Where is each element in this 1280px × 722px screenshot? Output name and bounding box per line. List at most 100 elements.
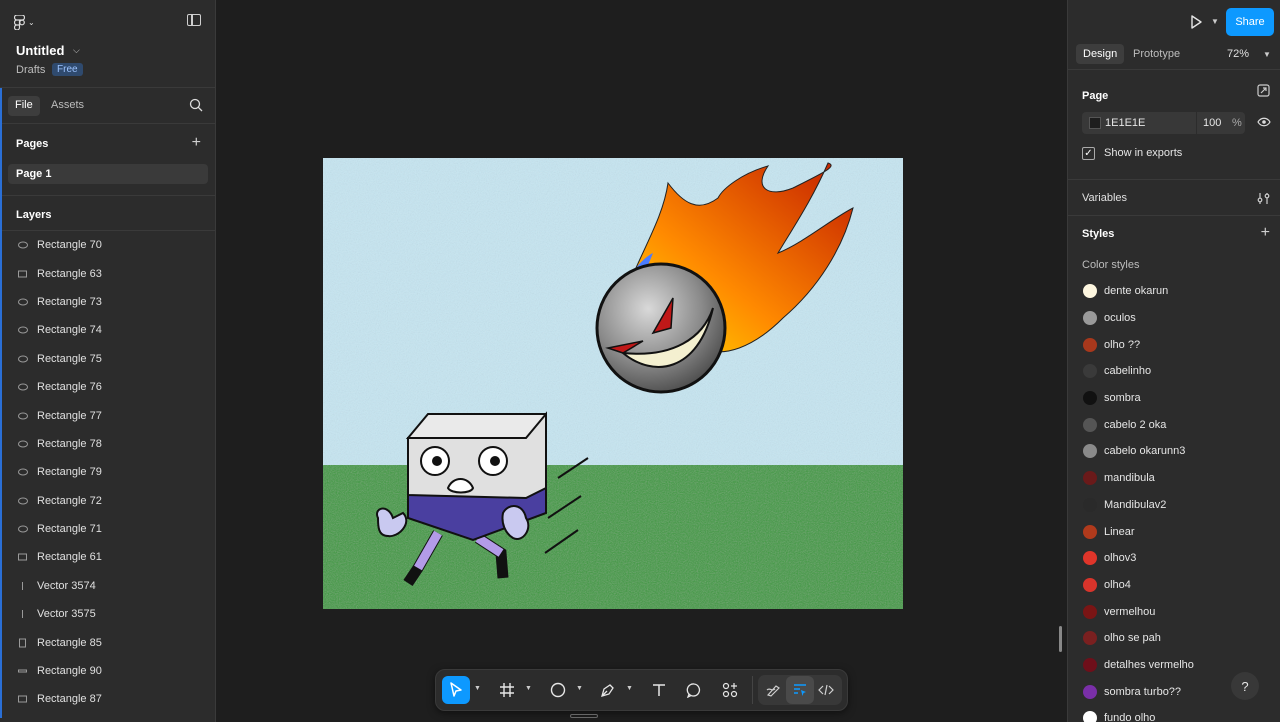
share-button[interactable]: Share (1226, 8, 1274, 36)
color-style-item[interactable]: vermelhou (1068, 598, 1280, 625)
layer-row[interactable]: Rectangle 74 (0, 316, 215, 344)
comment-tool-button[interactable] (680, 676, 708, 704)
page-item[interactable]: Page 1 (8, 164, 208, 184)
color-style-item[interactable]: cabelo 2 oka (1068, 411, 1280, 438)
layer-row[interactable]: Rectangle 61 (0, 543, 215, 571)
rect-layer-icon (18, 695, 27, 703)
tab-prototype[interactable]: Prototype (1126, 44, 1187, 64)
frame-tool-chevron-icon[interactable]: ▼ (525, 685, 532, 692)
layer-row[interactable]: Rectangle 79 (0, 458, 215, 486)
color-style-item[interactable]: olhov3 (1068, 545, 1280, 572)
monster-ball (595, 262, 727, 394)
code-brackets-icon (818, 684, 834, 696)
layer-label: Rectangle 71 (37, 523, 102, 536)
color-style-label: mandibula (1104, 472, 1155, 485)
layer-row[interactable]: Vector 3574 (0, 572, 215, 600)
tab-design[interactable]: Design (1076, 44, 1125, 64)
color-style-item[interactable]: Linear (1068, 518, 1280, 545)
color-style-item[interactable]: mandibula (1068, 465, 1280, 492)
color-swatch (1083, 551, 1097, 566)
color-style-item[interactable]: cabelinho (1068, 358, 1280, 385)
color-style-item[interactable]: Mandibulav2 (1068, 492, 1280, 519)
background-opacity[interactable]: 100 (1203, 117, 1221, 129)
text-tool-button[interactable] (645, 676, 673, 704)
pen-tool-chevron-icon[interactable]: ▼ (626, 685, 633, 692)
shape-tool-chevron-icon[interactable]: ▼ (576, 685, 583, 692)
design-mode-button[interactable] (786, 676, 814, 704)
help-button[interactable]: ? (1231, 672, 1259, 700)
layer-label: Rectangle 72 (37, 494, 102, 507)
color-style-item[interactable]: sombra (1068, 385, 1280, 412)
color-style-item[interactable]: cabelo okarunn3 (1068, 438, 1280, 465)
color-swatch (1083, 444, 1097, 459)
layer-row[interactable]: Rectangle 73 (0, 288, 215, 316)
background-hex[interactable]: 1E1E1E (1105, 117, 1145, 129)
export-settings-icon[interactable] (1257, 84, 1270, 97)
color-style-item[interactable]: dente okarun (1068, 278, 1280, 305)
rect-layer-icon (18, 553, 27, 561)
ellipse-layer-icon (18, 440, 28, 448)
move-tool-chevron-icon[interactable]: ▼ (474, 685, 481, 692)
layer-row[interactable]: Rectangle 90 (0, 657, 215, 685)
move-tool-button[interactable] (442, 676, 470, 704)
layer-row[interactable]: Rectangle 75 (0, 345, 215, 373)
color-style-label: dente okarun (1104, 285, 1169, 298)
zoom-chevron-icon[interactable]: ▼ (1263, 50, 1271, 59)
file-menu-chevron-icon[interactable]: ⌵ (73, 45, 80, 56)
ellipse-layer-icon (18, 355, 28, 363)
canvas[interactable] (216, 0, 1067, 722)
frame-tool-button[interactable] (493, 676, 521, 704)
add-page-icon[interactable]: + (192, 135, 201, 151)
present-chevron-icon[interactable]: ▼ (1211, 17, 1219, 26)
dev-mode-button[interactable] (812, 676, 840, 704)
show-in-exports-checkbox[interactable]: ✓ (1082, 147, 1095, 160)
styles-title: Styles (1082, 228, 1115, 240)
layer-row[interactable]: Rectangle 70 (0, 231, 215, 259)
layers-title: Layers (16, 209, 52, 221)
play-icon[interactable] (1188, 14, 1204, 30)
variables-settings-icon[interactable] (1257, 192, 1270, 205)
page-background-field[interactable]: 1E1E1E 100 % (1082, 112, 1245, 134)
color-style-item[interactable]: fundo olho (1068, 705, 1280, 722)
shape-tool-button[interactable] (544, 676, 572, 704)
panel-toggle-icon[interactable] (187, 14, 201, 26)
draw-mode-button[interactable] (760, 676, 788, 704)
pen-tool-button[interactable] (594, 676, 622, 704)
file-location[interactable]: Drafts (16, 64, 45, 76)
file-title[interactable]: Untitled (16, 43, 64, 58)
add-style-icon[interactable]: + (1261, 225, 1270, 241)
zoom-level[interactable]: 72% (1227, 48, 1249, 60)
color-style-item[interactable]: olho4 (1068, 572, 1280, 599)
color-style-item[interactable]: olho ?? (1068, 331, 1280, 358)
layer-row[interactable]: Rectangle 72 (0, 487, 215, 515)
vertical-scrollbar[interactable] (1059, 626, 1062, 652)
layer-row[interactable]: Rectangle 63 (0, 259, 215, 287)
color-swatch (1083, 524, 1097, 539)
layer-row[interactable]: Rectangle 87 (0, 685, 215, 713)
tab-assets[interactable]: Assets (44, 96, 91, 116)
color-style-label: Linear (1104, 525, 1135, 538)
layer-row[interactable]: Rectangle 77 (0, 401, 215, 429)
color-style-item[interactable]: olho se pah (1068, 625, 1280, 652)
page-properties: Page 1E1E1E 100 % ✓ Show in exports (1068, 70, 1280, 180)
color-swatch (1083, 631, 1097, 646)
layer-row[interactable]: Rectangle 76 (0, 373, 215, 401)
artwork-frame[interactable] (323, 158, 903, 609)
color-swatch (1083, 657, 1097, 672)
toolbar-drag-handle[interactable] (570, 714, 598, 718)
pen-nib-icon (601, 684, 614, 697)
actions-tool-button[interactable] (716, 676, 744, 704)
color-style-item[interactable]: oculos (1068, 305, 1280, 332)
search-icon[interactable] (189, 98, 203, 112)
main-menu-button[interactable]: ⌄ (14, 12, 44, 32)
variables-title[interactable]: Variables (1082, 192, 1127, 204)
background-swatch[interactable] (1089, 117, 1101, 129)
layer-row[interactable]: Rectangle 78 (0, 430, 215, 458)
layer-row[interactable]: Vector 3575 (0, 600, 215, 628)
layer-label: Rectangle 70 (37, 239, 102, 252)
layer-row[interactable]: Rectangle 71 (0, 515, 215, 543)
tab-file[interactable]: File (8, 96, 40, 116)
layer-row[interactable]: Rectangle 85 (0, 628, 215, 656)
layers-header: Layers (0, 196, 215, 231)
eye-icon[interactable] (1257, 117, 1271, 127)
